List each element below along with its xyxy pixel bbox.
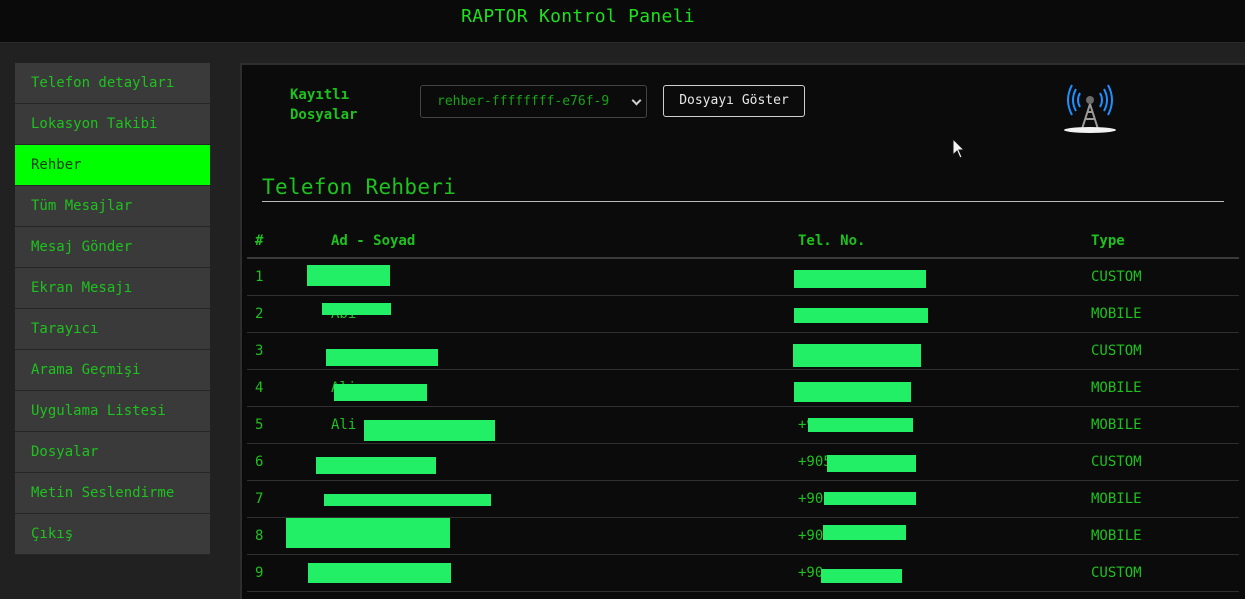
mouse-pointer-icon	[952, 138, 966, 159]
section-title: Telefon Rehberi	[262, 175, 457, 199]
sidebar-item-browser[interactable]: Tarayıcı	[15, 309, 210, 350]
redaction-block	[823, 525, 906, 540]
redaction-block	[334, 384, 427, 401]
sidebar-item-call-history[interactable]: Arama Geçmişi	[15, 350, 210, 391]
header-phone: Tel. No.	[798, 233, 866, 249]
table-row: 2 Abi MOBILE	[247, 296, 1239, 333]
header-num: #	[255, 233, 264, 249]
redaction-block	[808, 418, 913, 432]
redaction-block	[794, 382, 911, 402]
sidebar-item-location-tracking[interactable]: Lokasyon Takibi	[15, 104, 210, 145]
header-name: Ad - Soyad	[331, 233, 416, 249]
app-header: RAPTOR Kontrol Paneli	[0, 0, 1245, 43]
row-type: MOBILE	[1091, 306, 1142, 322]
redaction-block	[794, 308, 928, 323]
header-type: Type	[1091, 233, 1125, 249]
row-num: 6	[255, 454, 264, 470]
sidebar-item-all-messages[interactable]: Tüm Mesajlar	[15, 186, 210, 227]
section-divider	[262, 201, 1224, 202]
row-num: 1	[255, 269, 264, 285]
redaction-block	[364, 420, 495, 441]
row-num: 5	[255, 417, 264, 433]
sidebar-item-screen-message[interactable]: Ekran Mesajı	[15, 268, 210, 309]
row-phone: +90	[798, 528, 824, 544]
row-name: Ali	[331, 417, 357, 433]
row-num: 2	[255, 306, 264, 322]
sidebar-item-logout[interactable]: Çıkış	[15, 514, 210, 555]
saved-files-label: Kayıtlı Dosyalar	[290, 87, 358, 123]
file-select[interactable]: rehber-ffffffff-e76f-9	[420, 85, 647, 118]
row-num: 7	[255, 491, 264, 507]
row-type: MOBILE	[1091, 417, 1142, 433]
row-num: 9	[255, 565, 264, 581]
row-type: CUSTOM	[1091, 343, 1142, 359]
row-num: 4	[255, 380, 264, 396]
row-type: CUSTOM	[1091, 269, 1142, 285]
row-type: MOBILE	[1091, 380, 1142, 396]
row-type: MOBILE	[1091, 491, 1142, 507]
redaction-block	[307, 265, 390, 286]
page-title: RAPTOR Kontrol Paneli	[461, 6, 695, 27]
radio-tower-icon	[1064, 84, 1116, 133]
redaction-block	[794, 270, 926, 288]
redaction-block	[827, 455, 916, 472]
redaction-block	[322, 303, 391, 315]
file-select-value: rehber-ffffffff-e76f-9	[437, 94, 610, 109]
row-num: 3	[255, 343, 264, 359]
row-type: MOBILE	[1091, 528, 1142, 544]
redaction-block	[793, 344, 921, 367]
redaction-block	[286, 518, 450, 548]
redaction-block	[316, 457, 436, 474]
redaction-block	[324, 494, 491, 506]
row-type: CUSTOM	[1091, 454, 1142, 470]
sidebar-item-phone-details[interactable]: Telefon detayları	[15, 63, 210, 104]
table-header: # Ad - Soyad Tel. No. Type	[247, 223, 1239, 259]
chevron-down-icon	[631, 95, 642, 106]
row-num: 8	[255, 528, 264, 544]
redaction-block	[824, 492, 916, 505]
redaction-block	[326, 349, 438, 366]
row-phone: +90	[798, 491, 824, 507]
table-row: 1 CUSTOM	[247, 259, 1239, 296]
sidebar-nav: Telefon detayları Lokasyon Takibi Rehber…	[15, 63, 210, 555]
row-phone: +90	[798, 565, 824, 581]
sidebar-item-contacts[interactable]: Rehber	[15, 145, 210, 186]
row-type: CUSTOM	[1091, 565, 1142, 581]
sidebar-item-send-message[interactable]: Mesaj Gönder	[15, 227, 210, 268]
redaction-block	[308, 563, 451, 583]
redaction-block	[821, 569, 902, 583]
sidebar-item-files[interactable]: Dosyalar	[15, 432, 210, 473]
sidebar-item-text-to-speech[interactable]: Metin Seslendirme	[15, 473, 210, 514]
show-file-button[interactable]: Dosyayı Göster	[663, 85, 805, 117]
sidebar-item-app-list[interactable]: Uygulama Listesi	[15, 391, 210, 432]
